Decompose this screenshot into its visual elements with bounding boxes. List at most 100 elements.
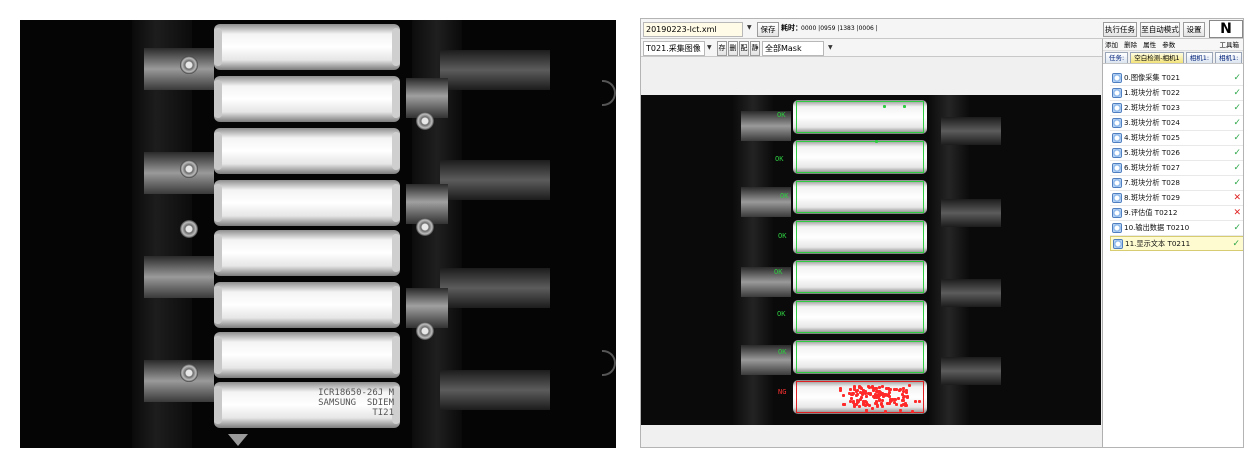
save-button[interactable]: 保存 (757, 22, 779, 37)
check-icon: ✓ (1232, 239, 1240, 249)
task-item[interactable]: 4.斑块分析 T025 ✓ (1110, 131, 1243, 146)
menu-parameters[interactable]: 参数 (1162, 41, 1175, 49)
battery-cell (214, 180, 400, 226)
image-source-value: T021.采集图像 (646, 44, 701, 53)
mask-combo[interactable]: 全部Mask (762, 41, 824, 56)
battery-cell (214, 76, 400, 122)
task-item[interactable]: 7.斑块分析 T028 ✓ (1110, 176, 1243, 191)
task-item-label: 3.斑块分析 T024 (1124, 118, 1181, 127)
task-item[interactable]: 0.图像采集 T021 ✓ (1110, 71, 1243, 86)
tab-camera1-alt[interactable]: 相机1: (1215, 52, 1243, 63)
defect-point (855, 392, 859, 396)
defect-point (917, 400, 921, 404)
defect-point (905, 403, 909, 407)
roi-box (796, 261, 924, 293)
task-gear-icon (1112, 223, 1122, 233)
project-file-value: 20190223-lct.xml (646, 25, 717, 34)
task-gear-icon (1113, 239, 1123, 249)
viewer-tray (741, 267, 791, 297)
defect-point (879, 390, 883, 394)
store-button[interactable]: 存 (717, 41, 727, 56)
cross-icon: ✕ (1233, 193, 1241, 203)
task-item[interactable]: 11.显示文本 T0211 ✓ (1110, 236, 1243, 251)
roi-box (796, 181, 924, 213)
menu-delete[interactable]: 删除 (1124, 41, 1137, 49)
task-item-label: 2.斑块分析 T023 (1124, 103, 1181, 112)
fixture-slot (440, 268, 550, 308)
defect-point (864, 392, 868, 396)
task-item-label: 11.显示文本 T0211 (1125, 239, 1191, 248)
battery-cell (214, 24, 400, 70)
defect-point (913, 400, 917, 404)
defect-point (896, 396, 900, 400)
settings-button[interactable]: 设置 (1183, 22, 1205, 37)
task-gear-icon (1112, 148, 1122, 158)
menu-properties[interactable]: 属性 (1143, 41, 1156, 49)
dropdown-arrow-icon[interactable]: ▼ (828, 44, 833, 51)
image-toolbar: T021.采集图像 ▼ 存 删 配 静 全部Mask ▼ (641, 39, 1102, 57)
cell-print-line: TI21 (372, 408, 394, 418)
task-item-label: 9.评估值 T0212 (1124, 208, 1178, 217)
inspection-image-viewer[interactable]: OK OK OK OK OK OK OK NG (641, 95, 1101, 425)
n-indicator[interactable]: N (1209, 20, 1243, 38)
cell-print-line: SAMSUNG SDIEM (318, 398, 394, 408)
task-item[interactable]: 2.斑块分析 T023 ✓ (1110, 101, 1243, 116)
check-icon: ✓ (1233, 223, 1241, 233)
task-tabs: 任务: 空白检测-相机1 相机1: 相机1: (1103, 51, 1243, 64)
roi-box (796, 221, 924, 253)
viewer-slot (941, 117, 1001, 145)
menu-add[interactable]: 添加 (1105, 41, 1118, 49)
defect-point (864, 394, 868, 398)
tab-camera1[interactable]: 相机1: (1185, 52, 1214, 63)
image-source-combo[interactable]: T021.采集图像 (643, 41, 705, 56)
defect-point (851, 400, 855, 404)
fixture-tray (144, 152, 214, 194)
ok-label: OK (775, 155, 784, 163)
defect-point (883, 410, 887, 413)
task-item[interactable]: 1.斑块分析 T022 ✓ (1110, 86, 1243, 101)
tab-blank-detect[interactable]: 空白检测-相机1 (1130, 52, 1184, 63)
task-item[interactable]: 3.斑块分析 T024 ✓ (1110, 116, 1243, 131)
project-file-combo[interactable]: 20190223-lct.xml (643, 22, 743, 37)
run-task-button[interactable]: 执行任务 (1103, 22, 1137, 37)
check-icon: ✓ (1233, 88, 1241, 98)
dropdown-arrow-icon[interactable]: ▼ (707, 44, 712, 51)
task-item-label: 8.斑块分析 T029 (1124, 193, 1181, 202)
ok-label: OK (777, 310, 786, 318)
task-item[interactable]: 10.输出数据 T0210 ✓ (1110, 221, 1243, 236)
config-button[interactable]: 配 (739, 41, 749, 56)
roi-box (796, 341, 924, 373)
dropdown-arrow-icon[interactable]: ▼ (747, 24, 752, 31)
task-item[interactable]: 9.评估值 T0212 ✕ (1110, 206, 1243, 221)
task-item-label: 6.斑块分析 T027 (1124, 163, 1181, 172)
task-item-label: 5.斑块分析 T026 (1124, 148, 1181, 157)
task-item[interactable]: 5.斑块分析 T026 ✓ (1110, 146, 1243, 161)
screw-icon (180, 220, 198, 238)
auto-mode-button[interactable]: 至自动模式 (1140, 22, 1180, 37)
defect-point (902, 387, 905, 391)
screw-icon (416, 218, 434, 236)
defect-point (858, 404, 862, 408)
task-gear-icon (1112, 133, 1122, 143)
defect-point (838, 386, 842, 390)
ok-label: OK (774, 268, 783, 276)
defect-point (876, 404, 879, 408)
task-gear-icon (1112, 73, 1122, 83)
defect-point (885, 393, 889, 397)
static-button[interactable]: 静 (750, 41, 760, 56)
menu-toolbox[interactable]: 工具箱 (1220, 39, 1240, 51)
check-icon: ✓ (1233, 163, 1241, 173)
defect-point (903, 394, 907, 398)
defect-point (865, 408, 868, 412)
fixture-tray (144, 256, 214, 298)
delete-button[interactable]: 删 (728, 41, 738, 56)
blob-point (903, 105, 906, 108)
defect-point (842, 402, 846, 406)
task-item[interactable]: 8.斑块分析 T029 ✕ (1110, 191, 1243, 206)
task-item[interactable]: 6.斑块分析 T027 ✓ (1110, 161, 1243, 176)
tab-task[interactable]: 任务: (1105, 52, 1129, 63)
timing-values: 0000 |0959 |1383 |0006 | (801, 25, 878, 32)
viewer-slot (941, 199, 1001, 227)
cell-printed-marking: ICR18650-26J M SAMSUNG SDIEM TI21 (284, 388, 394, 418)
screw-icon (180, 56, 198, 74)
